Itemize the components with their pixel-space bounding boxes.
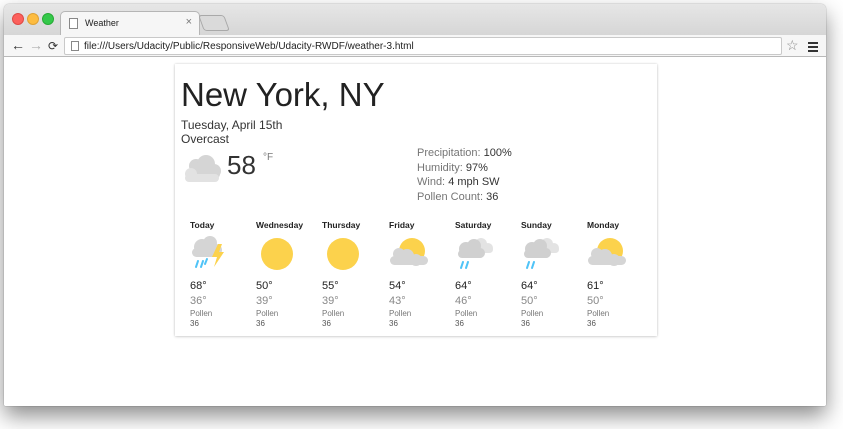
pollen-value: 36 — [322, 319, 331, 328]
conditions-text: Overcast — [181, 132, 230, 146]
high-temp: 64° — [455, 280, 472, 292]
weather-stats: Precipitation: 100% Humidity: 97% Wind: … — [417, 146, 512, 204]
forecast-day: Monday 61° 50° Pollen 36 — [580, 220, 646, 330]
back-arrow-icon[interactable]: ← — [11, 37, 25, 53]
date-text: Tuesday, April 15th — [181, 118, 283, 132]
forecast-day: Wednesday 50° 39° Pollen 36 — [249, 220, 315, 330]
stat-wind: Wind: 4 mph SW — [417, 176, 500, 188]
pollen-label: Pollen — [190, 309, 213, 318]
document-icon — [71, 41, 79, 51]
tab-close-icon[interactable]: × — [186, 16, 192, 28]
document-icon — [69, 18, 78, 29]
current-temperature: 58 — [227, 150, 256, 180]
page-viewport: New York, NY Tuesday, April 15th Overcas… — [4, 58, 826, 406]
pollen-label: Pollen — [521, 309, 544, 318]
forecast-row: Today 68° 36° Pollen 36 Wednesday 50° 39… — [175, 220, 657, 330]
browser-tab[interactable]: Weather × — [60, 11, 200, 36]
rain-icon — [458, 238, 493, 269]
stat-pollen-count: Pollen Count: 36 — [417, 190, 499, 203]
new-tab-button[interactable] — [198, 15, 230, 31]
url-text[interactable]: file:///Users/Udacity/Public/ResponsiveW… — [84, 41, 414, 52]
low-temp: 39° — [322, 295, 339, 307]
low-temp: 39° — [256, 295, 273, 307]
thunderstorm-icon — [192, 236, 224, 268]
day-name: Wednesday — [256, 220, 304, 230]
partly-cloudy-icon — [588, 238, 626, 266]
forward-arrow-icon[interactable]: → — [29, 37, 43, 53]
sunny-icon — [327, 238, 359, 270]
close-window-button[interactable] — [12, 13, 24, 25]
weather-card: New York, NY Tuesday, April 15th Overcas… — [175, 64, 657, 336]
pollen-value: 36 — [455, 319, 464, 328]
pollen-label: Pollen — [389, 309, 412, 318]
location-title: New York, NY — [181, 76, 385, 113]
day-name: Monday — [587, 220, 620, 230]
reload-icon[interactable]: ⟳ — [48, 38, 58, 54]
day-name: Saturday — [455, 220, 492, 230]
day-name: Friday — [389, 220, 415, 230]
day-name: Today — [190, 220, 215, 230]
low-temp: 43° — [389, 295, 406, 307]
low-temp: 50° — [521, 295, 538, 307]
forecast-day: Sunday 64° 50° Pollen 36 — [514, 220, 580, 330]
high-temp: 55° — [322, 280, 339, 292]
high-temp: 54° — [389, 280, 406, 292]
bookmark-star-icon[interactable]: ☆ — [786, 37, 799, 53]
temperature-unit: °F — [263, 152, 274, 163]
day-name: Sunday — [521, 220, 552, 230]
high-temp: 68° — [190, 280, 207, 292]
pollen-value: 36 — [587, 319, 596, 328]
browser-window: Weather × ← → ⟳ file:///Users/Udacity/Pu… — [4, 4, 826, 406]
pollen-label: Pollen — [322, 309, 345, 318]
menu-icon[interactable] — [808, 42, 818, 54]
high-temp: 61° — [587, 280, 604, 292]
maximize-window-button[interactable] — [42, 13, 54, 25]
pollen-value: 36 — [521, 319, 530, 328]
minimize-window-button[interactable] — [27, 13, 39, 25]
browser-toolbar: ← → ⟳ file:///Users/Udacity/Public/Respo… — [4, 35, 826, 57]
stat-humidity: Humidity: 97% — [417, 161, 488, 174]
tab-title: Weather — [85, 18, 119, 28]
stat-precipitation: Precipitation: 100% — [417, 147, 512, 159]
day-name: Thursday — [322, 220, 361, 230]
sunny-icon — [261, 238, 293, 270]
high-temp: 50° — [256, 280, 273, 292]
pollen-label: Pollen — [256, 309, 279, 318]
pollen-value: 36 — [389, 319, 398, 328]
pollen-label: Pollen — [587, 309, 610, 318]
title-bar: Weather × — [4, 4, 826, 36]
pollen-value: 36 — [256, 319, 265, 328]
low-temp: 46° — [455, 295, 472, 307]
address-bar[interactable]: file:///Users/Udacity/Public/ResponsiveW… — [64, 37, 782, 55]
low-temp: 36° — [190, 295, 207, 307]
forecast-day: Friday 54° 43° Pollen 36 — [382, 220, 448, 330]
forecast-day: Saturday 64° 46° Pollen 36 — [448, 220, 514, 330]
forecast-day: Today 68° 36° Pollen 36 — [183, 220, 249, 330]
forecast-day: Thursday 55° 39° Pollen 36 — [315, 220, 381, 330]
rain-icon — [524, 238, 559, 269]
pollen-label: Pollen — [455, 309, 478, 318]
low-temp: 50° — [587, 295, 604, 307]
pollen-value: 36 — [190, 319, 199, 328]
partly-cloudy-icon — [390, 238, 428, 266]
cloudy-icon — [185, 155, 221, 182]
high-temp: 64° — [521, 280, 538, 292]
